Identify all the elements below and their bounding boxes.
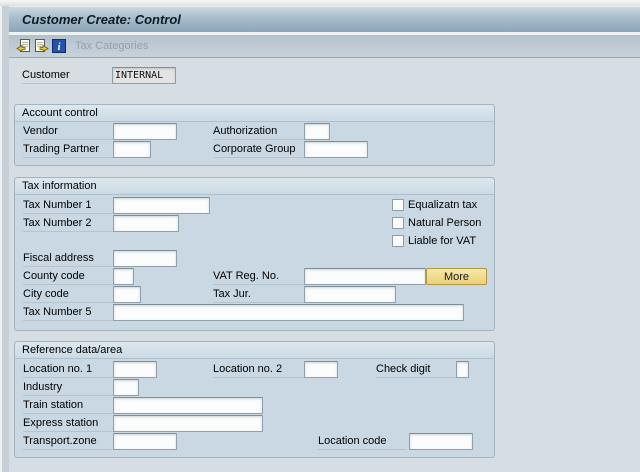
information-icon[interactable]: i xyxy=(52,38,67,54)
tax-number-5-field[interactable] xyxy=(113,304,464,321)
express-station-label: Express station xyxy=(23,416,113,432)
industry-label: Industry xyxy=(23,380,113,396)
customer-label: Customer xyxy=(22,68,112,84)
location-no-2-field[interactable] xyxy=(304,361,338,378)
equalizatn-tax-label: Equalizatn tax xyxy=(408,199,478,211)
tax-number-2-label: Tax Number 2 xyxy=(23,216,113,232)
group-tax-information: Tax information Tax Number 1 Tax Number … xyxy=(14,177,495,331)
tax-number-5-label: Tax Number 5 xyxy=(23,305,113,321)
location-no-1-label: Location no. 1 xyxy=(23,362,113,378)
fiscal-address-field[interactable] xyxy=(113,250,177,267)
natural-person-checkbox[interactable] xyxy=(392,217,404,229)
liable-for-vat-checkbox[interactable] xyxy=(392,235,404,247)
more-button[interactable]: More xyxy=(426,268,487,285)
tax-jur-field[interactable] xyxy=(304,286,396,303)
group-reference-data: Reference data/area Location no. 1 Locat… xyxy=(14,341,495,458)
trading-partner-field[interactable] xyxy=(113,141,151,158)
city-code-field[interactable] xyxy=(113,286,141,303)
vat-reg-no-label: VAT Reg. No. xyxy=(213,269,304,285)
location-code-label: Location code xyxy=(318,434,406,450)
county-code-label: County code xyxy=(23,269,113,285)
check-digit-field[interactable] xyxy=(456,361,469,378)
check-digit-label: Check digit xyxy=(376,362,456,378)
window-frame-left xyxy=(0,6,9,472)
fiscal-address-label: Fiscal address xyxy=(23,251,113,267)
group-account-control: Account control Vendor Authorization Tra… xyxy=(14,104,495,166)
vat-reg-no-field[interactable] xyxy=(304,268,426,285)
county-code-field[interactable] xyxy=(113,268,134,285)
location-code-field[interactable] xyxy=(409,433,473,450)
tax-categories-button: Tax Categories xyxy=(75,40,149,52)
trading-partner-label: Trading Partner xyxy=(23,142,113,158)
corporate-group-field[interactable] xyxy=(304,141,368,158)
tax-number-2-field[interactable] xyxy=(113,215,179,232)
train-station-field[interactable] xyxy=(113,397,263,414)
page-title: Customer Create: Control xyxy=(22,12,181,27)
industry-field[interactable] xyxy=(113,379,139,396)
group-reference-data-title: Reference data/area xyxy=(15,342,494,359)
authorization-label: Authorization xyxy=(213,124,304,140)
tax-number-1-label: Tax Number 1 xyxy=(23,198,113,214)
location-no-2-label: Location no. 2 xyxy=(213,362,304,378)
group-tax-information-title: Tax information xyxy=(15,178,494,195)
corporate-group-label: Corporate Group xyxy=(213,142,304,158)
next-screen-icon[interactable] xyxy=(34,38,49,54)
previous-screen-icon[interactable] xyxy=(16,38,31,54)
tax-jur-label: Tax Jur. xyxy=(213,287,304,303)
vendor-field[interactable] xyxy=(113,123,177,140)
screen-titlebar: Customer Create: Control xyxy=(9,6,640,32)
sap-window: Customer Create: Control i Tax Categorie… xyxy=(0,0,640,472)
transport-zone-field[interactable] xyxy=(113,433,177,450)
group-account-control-title: Account control xyxy=(15,105,494,122)
application-toolbar: i Tax Categories xyxy=(9,35,640,58)
transport-zone-label: Transport.zone xyxy=(23,434,113,450)
liable-for-vat-label: Liable for VAT xyxy=(408,235,477,247)
equalizatn-tax-checkbox[interactable] xyxy=(392,199,404,211)
authorization-field[interactable] xyxy=(304,123,330,140)
train-station-label: Train station xyxy=(23,398,113,414)
express-station-field[interactable] xyxy=(113,415,263,432)
customer-field[interactable] xyxy=(112,67,176,84)
vendor-label: Vendor xyxy=(23,124,113,140)
city-code-label: City code xyxy=(23,287,113,303)
natural-person-label: Natural Person xyxy=(408,217,482,229)
location-no-1-field[interactable] xyxy=(113,361,157,378)
tax-number-1-field[interactable] xyxy=(113,197,210,214)
